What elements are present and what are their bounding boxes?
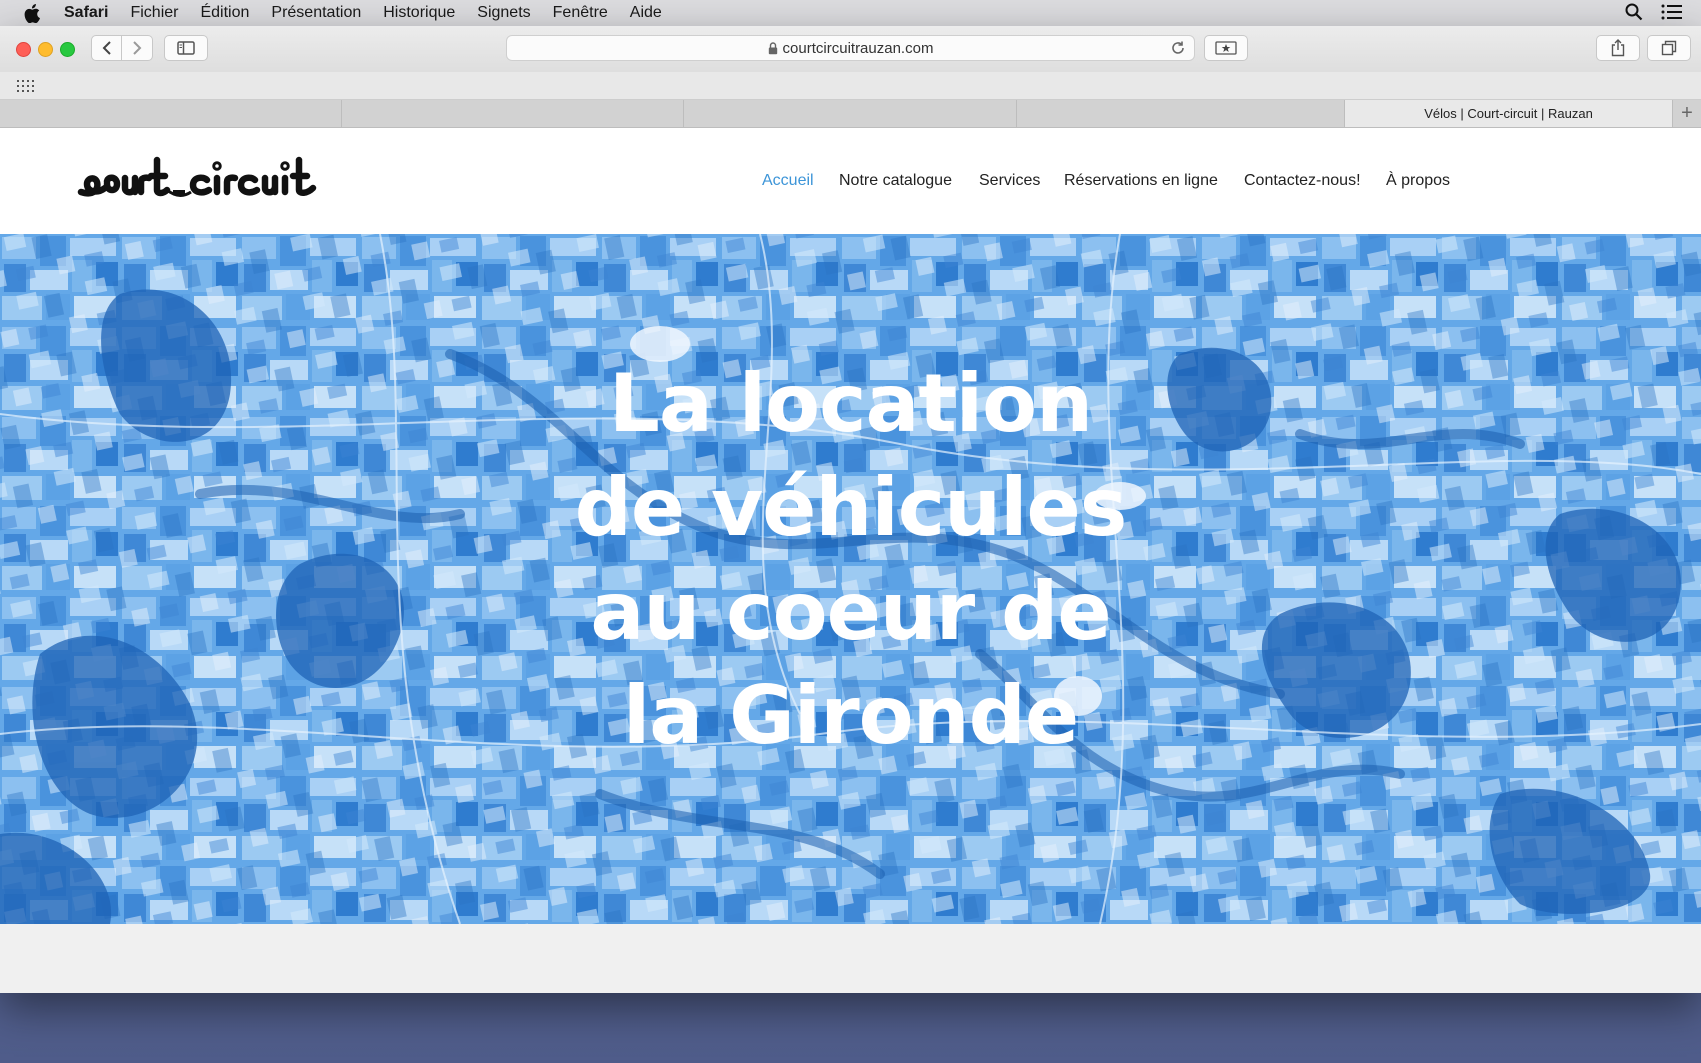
tab-3[interactable] <box>684 100 1017 127</box>
list-icon[interactable] <box>1661 4 1683 25</box>
menu-edition[interactable]: Édition <box>200 4 249 22</box>
back-button[interactable] <box>91 35 122 61</box>
tab-title: Vélos | Court-circuit | Rauzan <box>1424 106 1593 121</box>
nav-reservations[interactable]: Réservations en ligne <box>1064 172 1218 190</box>
sidebar-icon <box>177 41 195 55</box>
lock-icon <box>768 41 778 55</box>
tab-bar: Vélos | Court-circuit | Rauzan + <box>0 100 1701 128</box>
bookmark-star-icon <box>1215 41 1237 55</box>
hero-line-3: au coeur de <box>590 565 1111 658</box>
browser-window: courtcircuitrauzan.com Vélos | Court-cir… <box>0 26 1701 993</box>
chevron-left-icon <box>102 41 111 55</box>
forward-button[interactable] <box>122 35 153 61</box>
hero-banner: La location de véhicules au coeur de la … <box>0 234 1701 924</box>
hero-line-2: de véhicules <box>574 461 1128 554</box>
site-header: Accueil Notre catalogue Services Réserva… <box>0 128 1701 234</box>
reload-icon[interactable] <box>1170 40 1186 60</box>
menu-aide[interactable]: Aide <box>630 4 662 22</box>
tab-1[interactable] <box>0 100 342 127</box>
address-bar[interactable]: courtcircuitrauzan.com <box>506 35 1195 61</box>
menu-fichier[interactable]: Fichier <box>130 4 178 22</box>
tabs-overview-button[interactable] <box>1647 35 1691 61</box>
nav-a-propos[interactable]: À propos <box>1386 172 1450 190</box>
url-text: courtcircuitrauzan.com <box>782 39 934 57</box>
tab-4[interactable] <box>1017 100 1345 127</box>
menu-fenetre[interactable]: Fenêtre <box>553 4 608 22</box>
menu-historique[interactable]: Historique <box>383 4 455 22</box>
web-page: Accueil Notre catalogue Services Réserva… <box>0 128 1701 993</box>
grid-icon[interactable] <box>17 79 35 97</box>
nav-services[interactable]: Services <box>979 172 1040 190</box>
share-button[interactable] <box>1596 35 1640 61</box>
menu-presentation[interactable]: Présentation <box>271 4 361 22</box>
minimize-window-button[interactable] <box>38 42 53 57</box>
nav-accueil[interactable]: Accueil <box>762 172 814 190</box>
tab-2[interactable] <box>342 100 684 127</box>
favorites-bar <box>0 72 1701 100</box>
nav-catalogue[interactable]: Notre catalogue <box>839 172 952 190</box>
apple-icon[interactable] <box>24 3 42 23</box>
hero-line-4: la Gironde <box>622 669 1079 762</box>
chevron-right-icon <box>133 41 142 55</box>
new-tab-button[interactable]: + <box>1673 100 1701 127</box>
nav-contact[interactable]: Contactez-nous! <box>1244 172 1361 190</box>
menu-bar: Safari Fichier Édition Présentation Hist… <box>0 0 1701 26</box>
menu-app-name[interactable]: Safari <box>64 4 108 22</box>
browser-toolbar: courtcircuitrauzan.com <box>0 26 1701 73</box>
tabs-icon <box>1661 40 1677 56</box>
search-icon[interactable] <box>1625 3 1643 26</box>
share-icon <box>1611 39 1625 57</box>
sidebar-toggle-button[interactable] <box>164 35 208 61</box>
tab-active[interactable]: Vélos | Court-circuit | Rauzan <box>1345 100 1673 127</box>
hero-heading: La location de véhicules au coeur de la … <box>0 352 1701 768</box>
site-logo[interactable] <box>77 152 379 205</box>
fullscreen-window-button[interactable] <box>60 42 75 57</box>
hero-line-1: La location <box>608 357 1093 450</box>
history-nav <box>91 35 153 61</box>
plus-icon: + <box>1681 102 1693 124</box>
menu-signets[interactable]: Signets <box>477 4 530 22</box>
reader-button[interactable] <box>1204 35 1248 61</box>
close-window-button[interactable] <box>16 42 31 57</box>
